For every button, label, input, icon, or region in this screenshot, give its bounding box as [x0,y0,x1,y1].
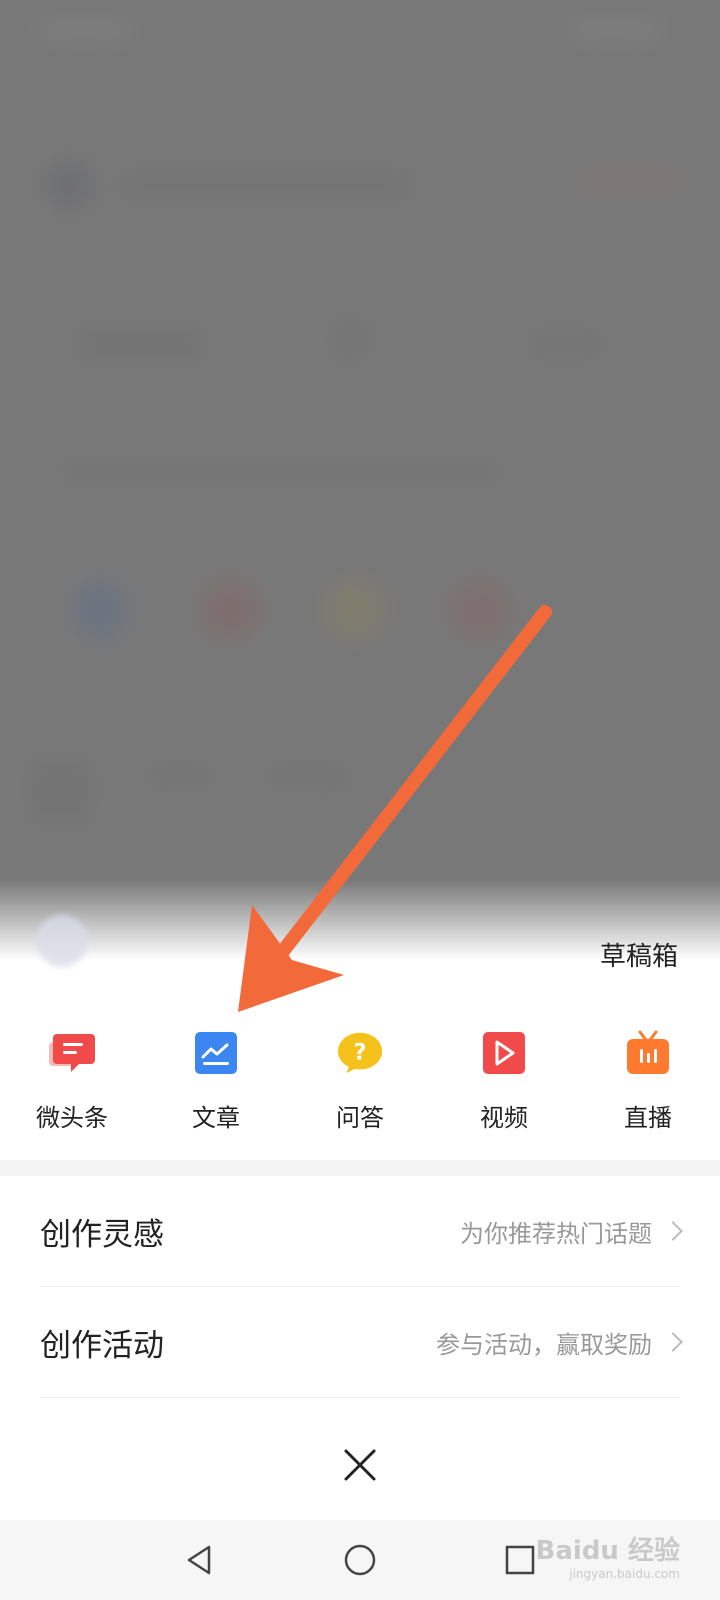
question-icon: ? [337,1030,383,1076]
creator-label: 直播 [624,1104,672,1132]
creator-label: 文章 [192,1104,240,1132]
row-title: 创作活动 [40,1327,164,1364]
watermark-url: jingyan.baidu.com [569,1567,680,1581]
creator-article[interactable]: 文章 [156,1030,276,1140]
row-hint: 为你推荐热门话题 [460,1219,652,1248]
row-hint: 参与活动，赢取奖励 [436,1330,652,1359]
close-sheet-button[interactable] [0,1400,720,1530]
chevron-right-icon [663,1332,683,1352]
dim-overlay [0,0,720,1000]
chevron-right-icon [663,1221,683,1241]
recents-square-icon[interactable] [503,1543,537,1577]
watermark-brand: Baidu 经验 [535,1536,680,1566]
home-circle-icon[interactable] [343,1543,377,1577]
creator-label: 视频 [480,1104,528,1132]
close-icon [344,1449,376,1481]
row-title: 创作灵感 [40,1216,164,1253]
creation-type-list: 微头条 文章 ? 问答 视频 直播 [0,1030,720,1140]
creator-qa[interactable]: ? 问答 [300,1030,420,1140]
creative-activity-row[interactable]: 创作活动 参与活动，赢取奖励 [40,1287,683,1398]
watermark-logo: Baidu 经验 jingyan.baidu.com [536,1530,680,1581]
avatar [36,915,88,967]
creator-label: 问答 [336,1104,384,1132]
svg-text:?: ? [354,1040,367,1065]
article-icon [193,1030,239,1076]
creator-live[interactable]: 直播 [588,1030,708,1140]
creator-label: 微头条 [36,1104,108,1132]
video-play-icon [481,1030,527,1076]
live-tv-icon [625,1030,671,1076]
back-triangle-icon[interactable] [183,1543,217,1577]
chat-bubble-icon [49,1030,95,1076]
creator-micro-post[interactable]: 微头条 [12,1030,132,1140]
creative-inspiration-row[interactable]: 创作灵感 为你推荐热门话题 [40,1176,683,1287]
creator-video[interactable]: 视频 [444,1030,564,1140]
drafts-button[interactable]: 草稿箱 [600,936,678,973]
section-divider [0,1160,720,1176]
